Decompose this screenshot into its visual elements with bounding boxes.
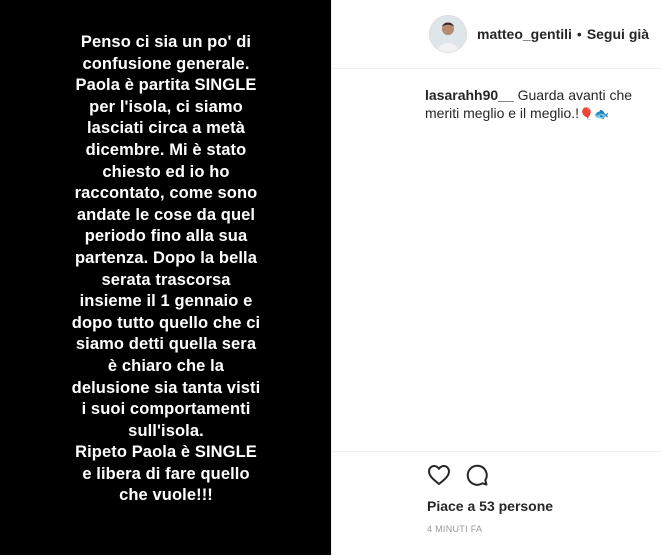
comment-item: lasarahh90__ Guarda avanti che meriti me… xyxy=(425,86,655,123)
post-media[interactable]: Penso ci sia un po' di confusione genera… xyxy=(0,0,331,555)
story-text: Penso ci sia un po' di confusione genera… xyxy=(71,33,261,505)
comment-icon[interactable] xyxy=(465,463,489,487)
avatar[interactable] xyxy=(429,15,467,53)
action-icons xyxy=(427,463,489,487)
heart-icon[interactable] xyxy=(427,463,451,487)
comment-emojis: 🎈🐟 xyxy=(579,107,609,121)
post-actions: Piace a 53 persone 4 MINUTI FA xyxy=(332,451,661,556)
comments-list: lasarahh90__ Guarda avanti che meriti me… xyxy=(425,86,655,123)
likes-count[interactable]: Piace a 53 persone xyxy=(427,498,553,514)
post-sidebar: matteo_gentili • Segui già lasarahh90__ … xyxy=(332,0,661,555)
instagram-post: Penso ci sia un po' di confusione genera… xyxy=(0,0,661,555)
comment-username[interactable]: lasarahh90__ xyxy=(425,87,514,103)
following-button[interactable]: Segui già xyxy=(587,26,649,42)
post-timestamp[interactable]: 4 MINUTI FA xyxy=(427,524,482,534)
avatar-image xyxy=(430,16,466,52)
separator-dot: • xyxy=(576,26,582,42)
username-link[interactable]: matteo_gentili xyxy=(477,26,572,42)
post-header: matteo_gentili • Segui già xyxy=(332,0,661,69)
